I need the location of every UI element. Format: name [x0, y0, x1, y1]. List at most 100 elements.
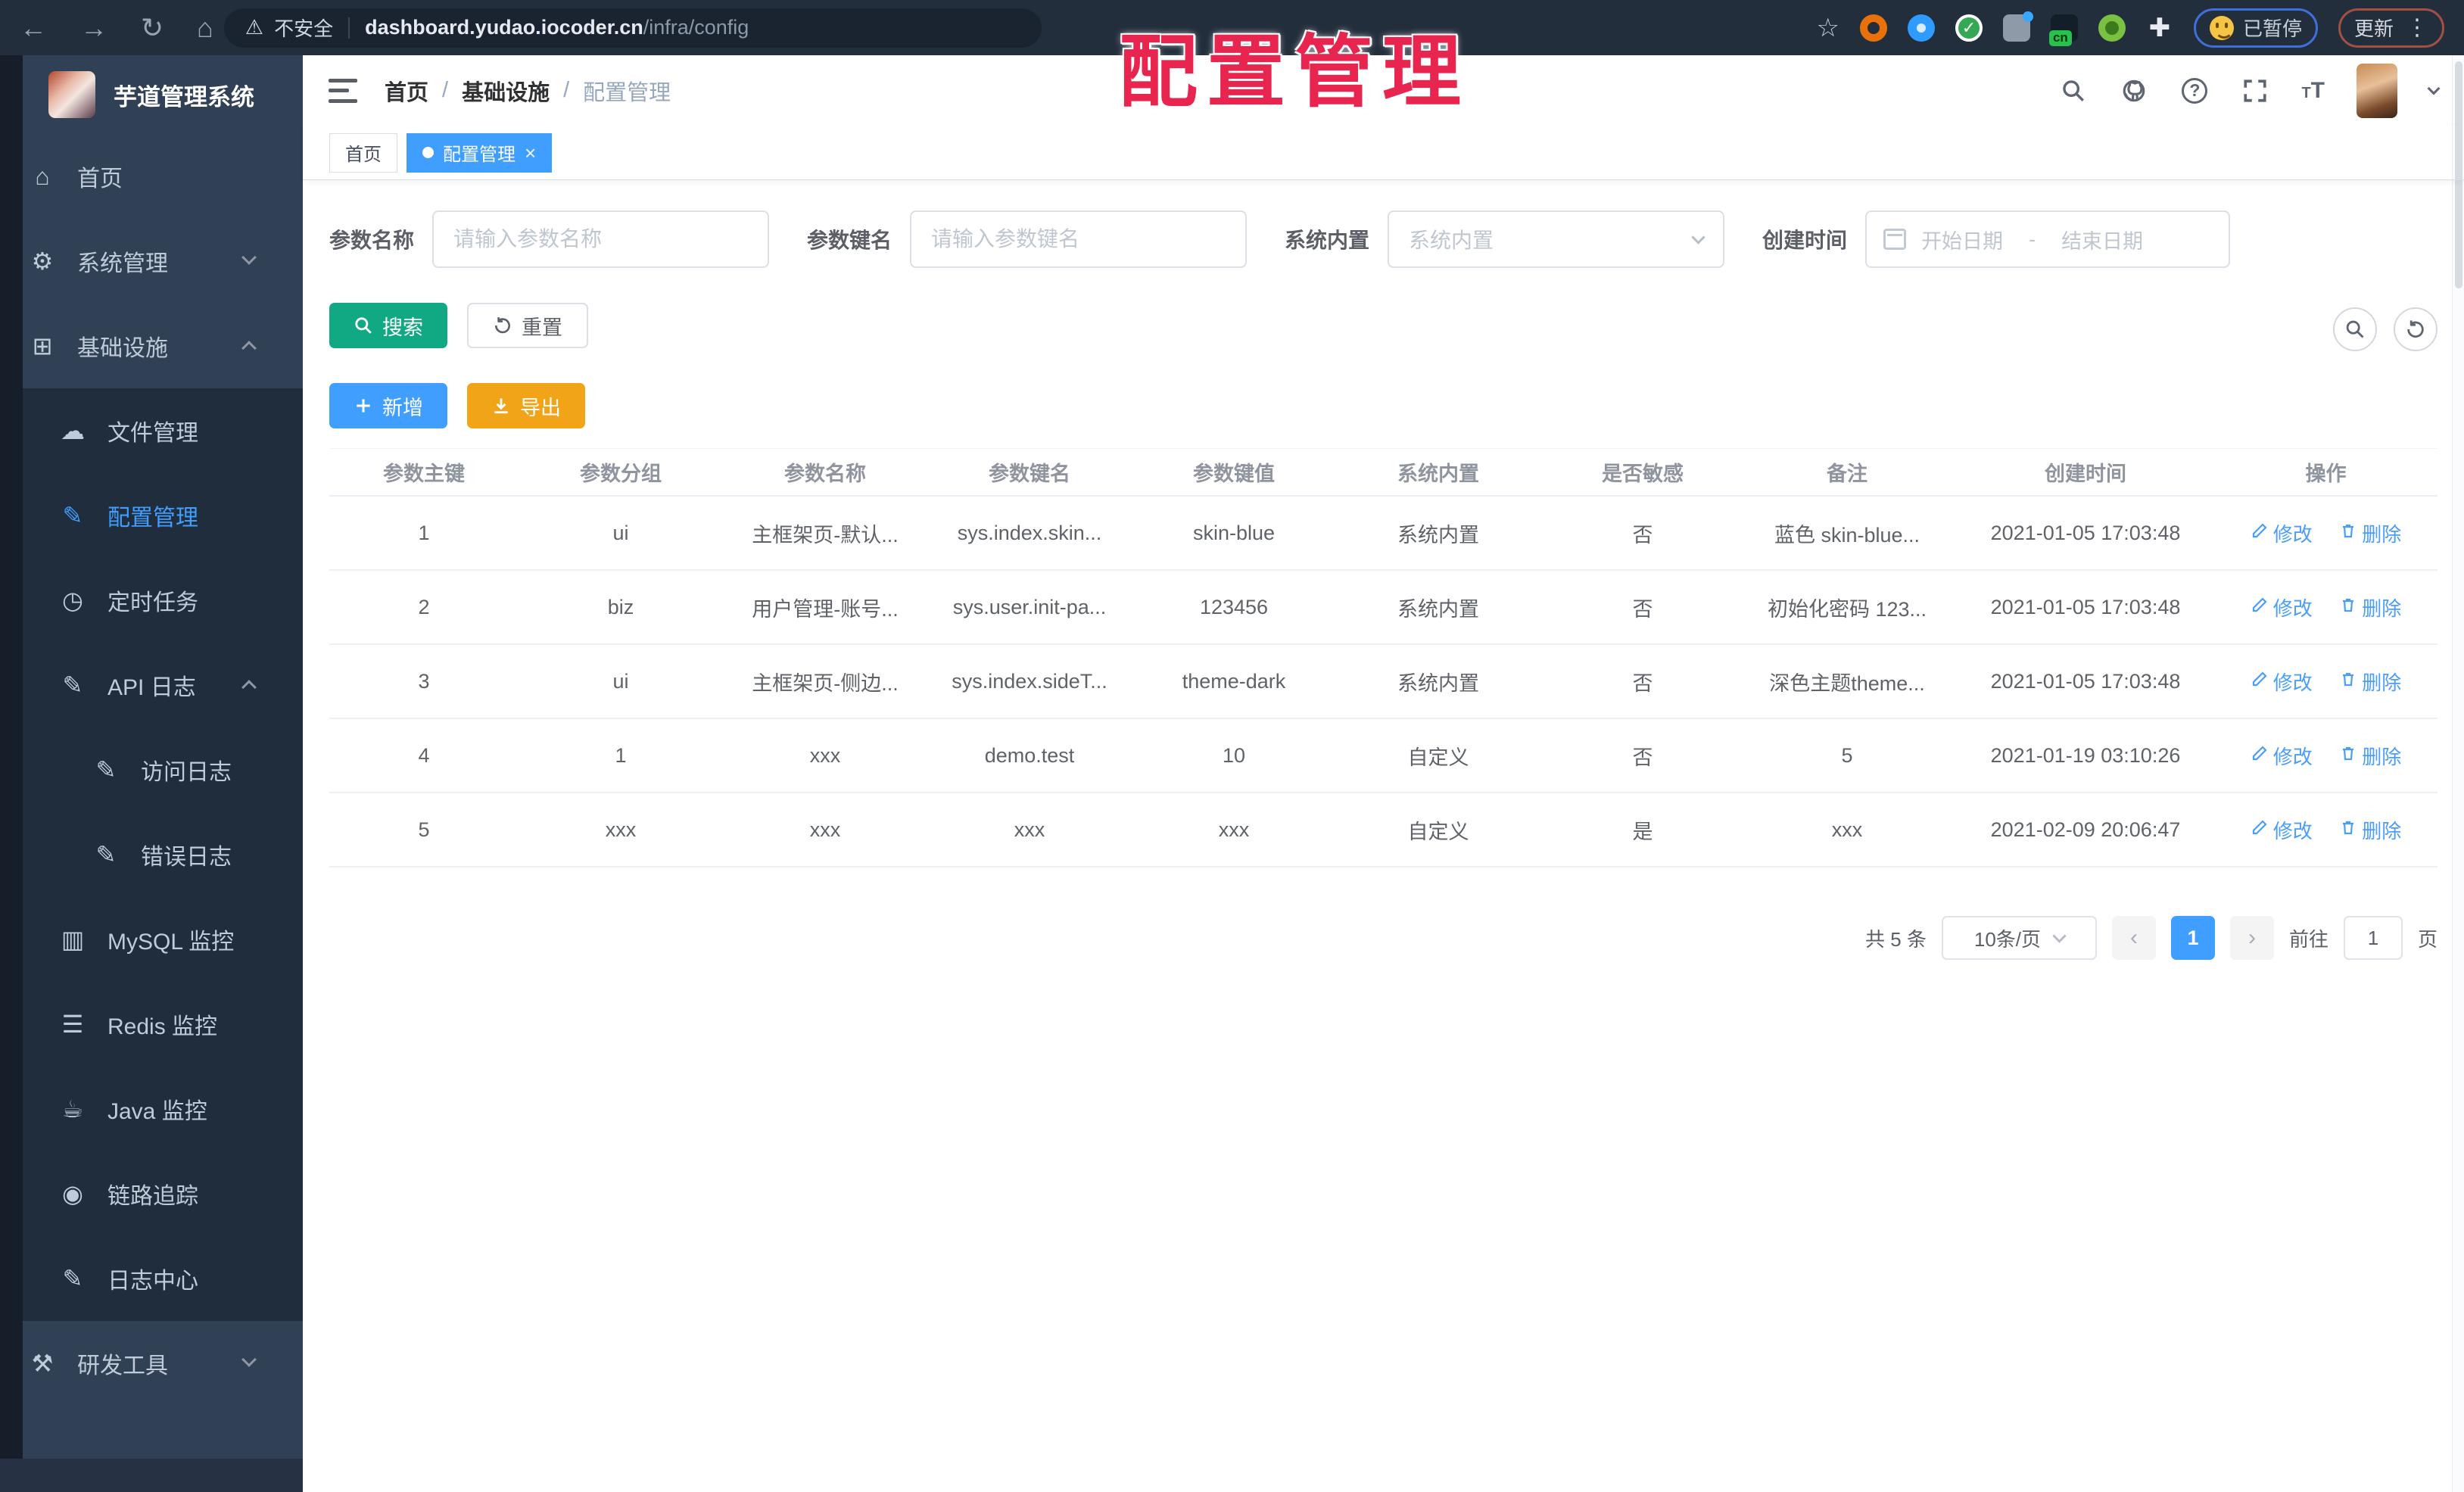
help-icon[interactable]: ? — [2180, 76, 2209, 105]
cell-id: 1 — [418, 521, 430, 544]
main-area: 首页 / 基础设施 / 配置管理 ? TT 首页 配置管理 × 参数名称 请输入… — [303, 55, 2464, 1492]
sidebar-item-label: 访问日志 — [141, 760, 232, 785]
sidebar-item-14[interactable]: ⚒ 研发工具 — [0, 1321, 303, 1406]
column-header-7: 备注 — [1827, 463, 1867, 485]
delete-link[interactable]: 删除 — [2339, 519, 2401, 547]
sidebar-item-8[interactable]: ✎ 错误日志 — [0, 812, 303, 897]
scrollbar[interactable] — [2452, 55, 2464, 1492]
tab-0[interactable]: 首页 — [329, 132, 397, 173]
extension-monkey-icon[interactable] — [2098, 14, 2126, 42]
extension-check-icon[interactable]: ✓ — [1955, 14, 1983, 42]
toggle-search-icon[interactable] — [2333, 307, 2377, 351]
mysql-icon: ▥ — [61, 926, 85, 953]
page-size-select[interactable]: 10条/页 — [1941, 916, 2097, 960]
reset-button[interactable]: 重置 — [467, 303, 588, 348]
cell-name: xxx — [809, 743, 841, 767]
search-icon[interactable] — [2059, 76, 2088, 105]
extension-pin-icon[interactable] — [1907, 14, 1935, 42]
sidebar-item-9[interactable]: ▥ MySQL 监控 — [0, 897, 303, 982]
sidebar-item-3[interactable]: ☁ 文件管理 — [0, 388, 303, 473]
add-button[interactable]: 新增 — [329, 383, 447, 428]
close-icon[interactable]: × — [525, 143, 536, 163]
edit-link[interactable]: 修改 — [2251, 519, 2313, 547]
cell-remark: 5 — [1841, 743, 1853, 767]
tab-1[interactable]: 配置管理 × — [407, 132, 553, 173]
sidebar-item-10[interactable]: ☰ Redis 监控 — [0, 982, 303, 1067]
current-page-button[interactable]: 1 — [2170, 916, 2215, 960]
search-button[interactable]: 搜索 — [329, 303, 447, 348]
chevron-down-icon[interactable] — [2427, 82, 2441, 95]
emoji-avatar-icon — [2209, 15, 2234, 40]
kebab-menu-icon[interactable]: ⋮ — [2406, 14, 2428, 41]
delete-link[interactable]: 删除 — [2339, 668, 2401, 696]
key-input[interactable] — [910, 210, 1248, 268]
key-label: 参数键名 — [807, 229, 892, 252]
total-count: 共 5 条 — [1865, 927, 1927, 951]
edit-link[interactable]: 修改 — [2251, 593, 2313, 621]
fullscreen-icon[interactable] — [2241, 76, 2269, 105]
cell-type: 自定义 — [1407, 746, 1469, 769]
extension-grey-icon[interactable] — [2002, 11, 2033, 42]
user-avatar[interactable] — [2357, 63, 2397, 118]
table-actions: 新增 导出 — [329, 383, 2438, 428]
edit-link[interactable]: 修改 — [2251, 668, 2313, 696]
delete-link[interactable]: 删除 — [2339, 742, 2401, 770]
browser-update-button[interactable]: 更新 ⋮ — [2338, 8, 2444, 48]
breadcrumb-item-2[interactable]: 配置管理 — [583, 75, 671, 107]
sidebar-item-5[interactable]: ◷ 定时任务 — [0, 558, 303, 643]
sidebar-item-6[interactable]: ✎ API 日志 — [0, 643, 303, 727]
collapse-sidebar-icon[interactable] — [329, 78, 357, 103]
cell-remark: 深色主题theme... — [1769, 671, 1925, 695]
profile-paused-button[interactable]: 已暂停 — [2193, 8, 2318, 48]
forward-icon[interactable]: → — [80, 14, 107, 42]
paused-label: 已暂停 — [2242, 17, 2302, 40]
breadcrumb-item-1[interactable]: 基础设施 — [462, 75, 550, 107]
sidebar-item-label: 文件管理 — [107, 421, 198, 446]
edit-icon — [2251, 522, 2269, 545]
sidebar-item-0[interactable]: ⌂ 首页 — [0, 134, 303, 219]
address-bar[interactable]: ⚠ 不安全 dashboard.yudao.iocoder.cn/infra/c… — [223, 8, 1042, 48]
home-icon[interactable]: ⌂ — [197, 14, 213, 42]
cell-created: 2021-01-05 17:03:48 — [1990, 669, 2181, 693]
sidebar-logo-row[interactable]: 芋道管理系统 — [0, 55, 303, 134]
cell-created: 2021-01-05 17:03:48 — [1990, 595, 2181, 618]
bookmark-star-icon[interactable]: ☆ — [1816, 13, 1839, 43]
edit-link[interactable]: 修改 — [2251, 742, 2313, 770]
extension-orange-icon[interactable] — [1859, 14, 1887, 42]
breadcrumb-item-0[interactable]: 首页 — [385, 75, 428, 107]
next-page-button[interactable]: › — [2229, 916, 2274, 960]
chevron-down-icon — [1691, 229, 1705, 245]
sidebar-item-13[interactable]: ✎ 日志中心 — [0, 1236, 303, 1321]
table-row-3: 4 1 xxx demo.test 10 自定义 否 5 2021-01-19 03:10:26… — [329, 719, 2438, 793]
table-toolbar — [2333, 307, 2438, 351]
reload-icon[interactable]: ↻ — [141, 14, 164, 42]
delete-link[interactable]: 删除 — [2339, 816, 2401, 844]
delete-link[interactable]: 删除 — [2339, 593, 2401, 621]
refresh-icon[interactable] — [2394, 307, 2438, 351]
export-button[interactable]: 导出 — [467, 383, 585, 428]
date-range-picker[interactable]: 开始日期 - 结束日期 — [1865, 210, 2231, 268]
sidebar-item-1[interactable]: ⚙ 系统管理 — [0, 219, 303, 304]
fontsize-icon[interactable]: TT — [2301, 78, 2325, 104]
sidebar-item-2[interactable]: ⊞ 基础设施 — [0, 304, 303, 388]
infra-icon: ⊞ — [32, 332, 53, 360]
filter-date-group: 创建时间 开始日期 - 结束日期 — [1762, 210, 2231, 268]
back-icon[interactable]: ← — [20, 14, 47, 42]
warning-icon: ⚠ — [245, 16, 264, 39]
prev-page-button[interactable]: ‹ — [2111, 916, 2156, 960]
java-icon: ☕ — [61, 1095, 84, 1123]
tab-label: 首页 — [345, 145, 382, 165]
annotation-title: 配置管理 — [1119, 29, 1471, 117]
extensions-puzzle-icon[interactable]: ✚ — [2146, 14, 2173, 42]
sidebar-item-7[interactable]: ✎ 访问日志 — [0, 727, 303, 812]
type-select[interactable]: 系统内置 — [1388, 210, 1725, 268]
name-input[interactable] — [432, 210, 770, 268]
github-icon[interactable] — [2120, 76, 2148, 105]
edit-link[interactable]: 修改 — [2251, 816, 2313, 844]
cell-group: ui — [612, 669, 629, 693]
extension-translate-icon[interactable]: cn — [2048, 14, 2078, 46]
sidebar-item-12[interactable]: ◉ 链路追踪 — [0, 1151, 303, 1236]
sidebar-item-4[interactable]: ✎ 配置管理 — [0, 473, 303, 558]
goto-page-input[interactable] — [2343, 916, 2403, 960]
sidebar-item-11[interactable]: ☕ Java 监控 — [0, 1067, 303, 1151]
